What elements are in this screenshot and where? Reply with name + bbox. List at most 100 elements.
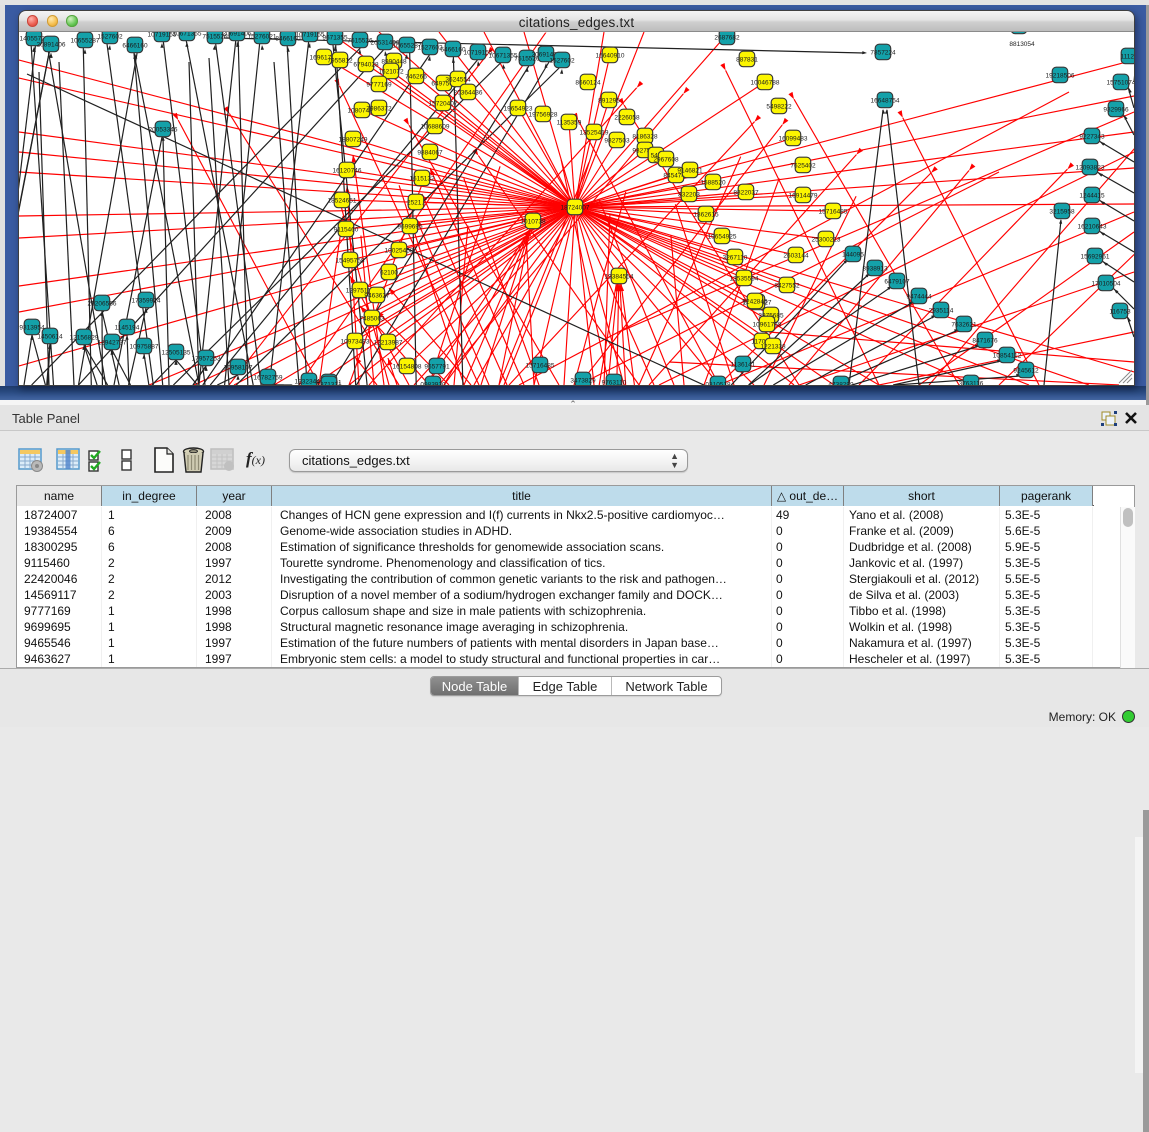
- svg-text:9313954: 9313954: [19, 324, 45, 331]
- svg-text:15720407: 15720407: [429, 100, 458, 107]
- svg-text:10975887: 10975887: [130, 343, 159, 350]
- svg-text:10046788: 10046788: [751, 79, 780, 86]
- svg-text:1621072: 1621072: [378, 68, 404, 75]
- svg-text:3473829: 3473829: [570, 377, 596, 384]
- svg-text:7515526: 7515526: [347, 37, 373, 44]
- svg-text:9146821: 9146821: [677, 167, 703, 174]
- svg-text:10719155: 10719155: [296, 32, 325, 38]
- svg-text:6479107: 6479107: [884, 278, 910, 285]
- svg-text:8813054: 8813054: [1009, 41, 1035, 48]
- svg-text:7871331: 7871331: [316, 381, 342, 385]
- svg-text:10655287: 10655287: [71, 37, 100, 44]
- svg-text:15751074: 15751074: [1107, 79, 1134, 86]
- svg-text:6466160: 6466160: [440, 46, 466, 53]
- svg-text:1450614: 1450614: [37, 333, 63, 340]
- svg-text:9777169: 9777169: [366, 81, 392, 88]
- svg-text:1615132: 1615132: [409, 175, 435, 182]
- svg-text:2226058: 2226058: [614, 114, 640, 121]
- svg-text:9245612: 9245612: [1013, 367, 1039, 374]
- svg-text:5498222: 5498222: [766, 103, 792, 110]
- svg-text:18724007: 18724007: [561, 204, 590, 211]
- svg-text:116753: 116753: [1109, 308, 1131, 315]
- svg-text:19218506: 19218506: [1046, 72, 1075, 79]
- svg-text:2521..: 2521..: [407, 199, 425, 206]
- svg-text:1136141: 1136141: [731, 361, 756, 368]
- svg-text:891295: 891295: [598, 97, 620, 104]
- svg-text:7632621: 7632621: [951, 321, 977, 328]
- svg-text:746266: 746266: [405, 73, 427, 80]
- svg-text:7857224: 7857224: [870, 49, 896, 56]
- svg-text:9329966: 9329966: [1103, 106, 1129, 113]
- svg-text:10958107: 10958107: [224, 364, 253, 371]
- svg-text:9227343: 9227343: [1079, 133, 1105, 140]
- svg-text:1527602: 1527602: [417, 44, 443, 51]
- svg-text:20891406: 20891406: [37, 41, 66, 48]
- svg-text:9463627: 9463627: [364, 292, 390, 299]
- svg-text:18807249: 18807249: [339, 136, 368, 143]
- svg-text:8322037: 8322037: [733, 189, 759, 196]
- svg-text:16782759: 16782759: [254, 374, 283, 381]
- svg-text:10961768: 10961768: [753, 321, 782, 328]
- svg-text:3267110: 3267110: [723, 254, 748, 261]
- svg-text:1221338: 1221338: [760, 343, 786, 350]
- svg-text:25300213: 25300213: [812, 236, 841, 243]
- svg-text:1135359: 1135359: [557, 119, 582, 126]
- svg-text:16640910: 16640910: [596, 52, 625, 59]
- svg-text:19654925: 19654925: [708, 233, 737, 240]
- svg-text:10671355: 10671355: [173, 32, 202, 37]
- svg-text:16099483: 16099483: [779, 135, 808, 142]
- svg-text:832203: 832203: [678, 191, 700, 198]
- svg-text:16120746: 16120746: [333, 167, 362, 174]
- svg-text:12093823: 12093823: [1076, 164, 1105, 171]
- svg-text:17359924: 17359924: [132, 297, 161, 304]
- svg-text:12156829: 12156829: [70, 334, 99, 341]
- svg-text:2935114: 2935114: [929, 307, 954, 314]
- svg-text:0983930: 0983930: [420, 381, 446, 385]
- svg-text:7955812: 7955812: [327, 57, 353, 64]
- svg-text:20364436: 20364436: [454, 89, 483, 96]
- svg-text:8186328: 8186328: [632, 133, 658, 140]
- svg-text:1010738: 1010738: [520, 218, 546, 225]
- svg-text:12942737: 12942737: [98, 339, 127, 346]
- svg-text:1112..: 1112..: [1120, 53, 1134, 60]
- svg-text:20053346: 20053346: [149, 126, 178, 133]
- svg-text:9699695: 9699695: [397, 223, 423, 230]
- svg-text:7625402: 7625402: [790, 162, 816, 169]
- svg-text:13525419: 13525419: [580, 129, 609, 136]
- svg-text:17010504: 17010504: [1092, 280, 1121, 287]
- svg-text:9242845: 9242845: [742, 298, 768, 305]
- svg-text:15716485: 15716485: [819, 208, 848, 215]
- svg-text:10973493: 10973493: [341, 338, 370, 345]
- svg-text:10025458: 10025458: [385, 247, 414, 254]
- svg-text:4738299: 4738299: [828, 381, 854, 385]
- svg-text:1244415: 1244415: [1079, 192, 1105, 199]
- svg-text:144095: 144095: [842, 251, 864, 258]
- svg-text:7485063: 7485063: [359, 315, 385, 322]
- svg-text:2967608: 2967608: [653, 156, 679, 163]
- svg-text:10688609: 10688609: [421, 123, 450, 130]
- svg-text:19756928: 19756928: [529, 111, 558, 118]
- svg-text:1527602: 1527602: [549, 57, 575, 64]
- svg-text:6794028: 6794028: [353, 61, 379, 68]
- svg-text:1145194: 1145194: [115, 324, 140, 331]
- svg-text:9827503: 9827503: [604, 137, 630, 144]
- svg-text:9115460: 9115460: [334, 226, 359, 233]
- svg-text:1588520: 1588520: [700, 179, 726, 186]
- svg-text:12505135: 12505135: [162, 349, 191, 356]
- svg-text:9474444: 9474444: [906, 293, 932, 300]
- svg-text:3624554: 3624554: [445, 76, 471, 83]
- svg-text:16648754: 16648754: [871, 97, 900, 104]
- svg-text:9657791: 9657791: [424, 363, 450, 370]
- svg-text:1362615: 1362615: [693, 211, 719, 218]
- svg-text:19384554: 19384554: [605, 273, 634, 280]
- svg-text:15716485: 15716485: [526, 362, 555, 369]
- svg-text:62100: 62100: [380, 269, 398, 276]
- svg-text:2603144: 2603144: [783, 252, 809, 259]
- svg-text:3215958: 3215958: [1049, 208, 1075, 215]
- svg-text:9671355: 9671355: [322, 34, 348, 41]
- svg-text:10854112: 10854112: [993, 352, 1022, 359]
- svg-text:15692961: 15692961: [1081, 253, 1110, 260]
- svg-text:3763116: 3763116: [959, 380, 984, 385]
- svg-text:15495758: 15495758: [336, 257, 365, 264]
- svg-text:9884067: 9884067: [417, 149, 443, 156]
